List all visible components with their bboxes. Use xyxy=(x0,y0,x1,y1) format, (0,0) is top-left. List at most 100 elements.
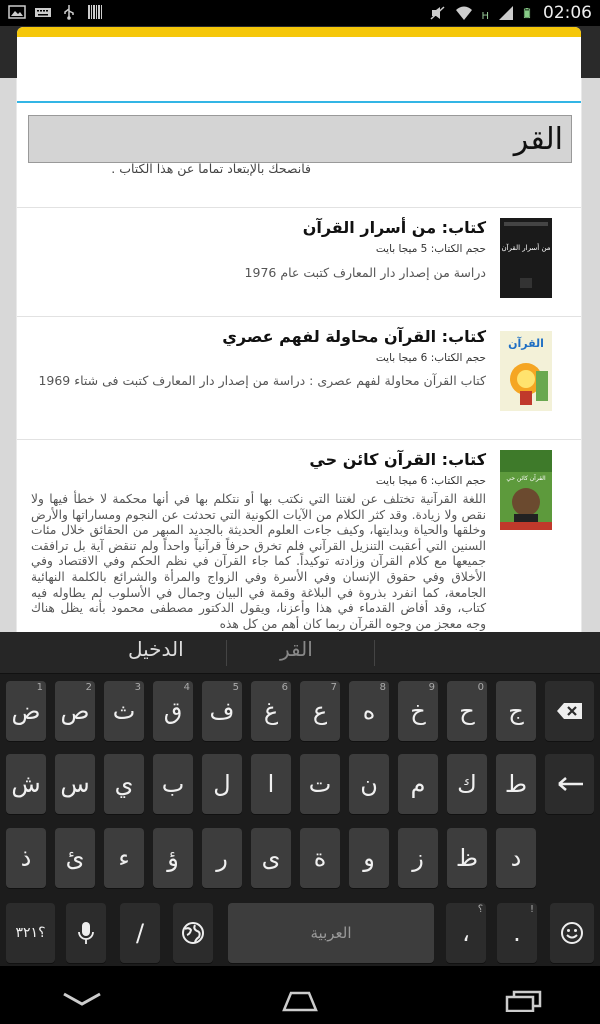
key-zza[interactable]: ظ xyxy=(447,828,487,888)
key-label: س xyxy=(60,770,90,798)
status-bar: H 02:06 xyxy=(0,0,600,26)
key-ya[interactable]: ي xyxy=(104,754,144,814)
key-hint: 0 xyxy=(477,682,484,693)
key-ain[interactable]: 7ع xyxy=(300,681,340,741)
dialog-accent-bar xyxy=(17,27,581,37)
key-jim[interactable]: ج xyxy=(496,681,536,741)
enter-key[interactable] xyxy=(545,754,594,814)
key-hamza[interactable]: ء xyxy=(104,828,144,888)
backspace-icon xyxy=(556,703,582,719)
key-hint: 7 xyxy=(330,682,337,693)
picture-icon xyxy=(8,5,26,19)
key-hint: 6 xyxy=(281,682,288,693)
key-label: ض xyxy=(11,697,41,725)
key-ta-marbuta[interactable]: ة xyxy=(300,828,340,888)
search-input[interactable] xyxy=(29,116,571,162)
key-ta[interactable]: ت xyxy=(300,754,340,814)
search-field[interactable] xyxy=(28,115,572,163)
mic-key[interactable] xyxy=(66,903,106,963)
key-label: ج xyxy=(508,697,524,725)
emoji-key[interactable] xyxy=(550,903,594,963)
key-label: ث xyxy=(112,697,136,725)
key-ghain[interactable]: 6غ xyxy=(251,681,291,741)
backspace-key[interactable] xyxy=(545,681,594,741)
partial-desc: فأنصحك بالإبتعاد تماماً عن هذا الكتاب . xyxy=(111,161,311,176)
key-dhal[interactable]: ذ xyxy=(6,828,46,888)
globe-icon xyxy=(182,922,204,944)
book-desc: دراسة من إصدار دار المعارف كتبت عام 1976 xyxy=(244,265,486,280)
key-label: ئ xyxy=(65,844,85,872)
key-kha[interactable]: 9خ xyxy=(398,681,438,741)
key-lam[interactable]: ل xyxy=(202,754,242,814)
list-item[interactable]: القرآن كائن حي كتاب: القرآن كائن حي حجم … xyxy=(17,439,581,632)
key-label: ا xyxy=(267,770,275,798)
results-list[interactable]: فأنصحك بالإبتعاد تماماً عن هذا الكتاب . … xyxy=(17,103,581,632)
book-cover-thumbnail: القرآن xyxy=(500,331,552,411)
language-key[interactable] xyxy=(173,903,213,963)
dialog-header xyxy=(17,37,581,101)
key-nun[interactable]: ن xyxy=(349,754,389,814)
key-kaf[interactable]: ك xyxy=(447,754,487,814)
key-mim[interactable]: م xyxy=(398,754,438,814)
key-hint: 8 xyxy=(379,682,386,693)
key-hint: 5 xyxy=(232,682,239,693)
key-ba[interactable]: ب xyxy=(153,754,193,814)
key-tta[interactable]: ط xyxy=(496,754,536,814)
slash-key[interactable]: / xyxy=(120,903,160,963)
key-zay[interactable]: ز xyxy=(398,828,438,888)
list-item[interactable]: من أسرار القرآن كتاب: من أسرار القرآن حج… xyxy=(17,207,581,316)
key-label: ح xyxy=(459,697,475,725)
book-desc: اللغة القرآنية تختلف عن لغتنا التي نكتب … xyxy=(31,492,486,631)
barcode-icon xyxy=(88,5,102,19)
key-label: ب xyxy=(161,770,185,798)
key-label: ة xyxy=(313,844,327,872)
microphone-icon xyxy=(78,922,94,944)
list-item[interactable]: القرآن كتاب: القرآن محاولة لفهم عصري حجم… xyxy=(17,316,581,439)
key-fa[interactable]: 5ف xyxy=(202,681,242,741)
navigation-bar xyxy=(0,966,600,1024)
key-hint: 4 xyxy=(183,682,190,693)
comma-key[interactable]: ؟ ، xyxy=(446,903,486,963)
key-sin[interactable]: س xyxy=(55,754,95,814)
key-label: ط xyxy=(504,770,528,798)
key-qaf[interactable]: 4ق xyxy=(153,681,193,741)
symbols-key[interactable]: ؟٣٢١ xyxy=(6,903,55,963)
key-label: ء xyxy=(118,844,130,872)
key-tha[interactable]: 3ث xyxy=(104,681,144,741)
thumb-title: القرآن كائن حي xyxy=(506,473,546,482)
key-hint: 1 xyxy=(36,682,43,693)
suggestion-divider xyxy=(374,640,375,666)
book-desc: كتاب القرآن محاولة لفهم عصرى : دراسة من … xyxy=(38,373,486,388)
key-ya-hamza[interactable]: ئ xyxy=(55,828,95,888)
signal-icon xyxy=(499,6,513,20)
key-label: خ xyxy=(410,697,426,725)
key-dal[interactable]: د xyxy=(496,828,536,888)
key-hint: 2 xyxy=(85,682,92,693)
key-alif[interactable]: ا xyxy=(251,754,291,814)
key-sad[interactable]: 2ص xyxy=(55,681,95,741)
clock: 02:06 xyxy=(543,3,592,23)
key-label: ع xyxy=(312,697,328,725)
app-left-edge xyxy=(0,78,16,638)
key-ha[interactable]: 8ه xyxy=(349,681,389,741)
key-hha[interactable]: 0ح xyxy=(447,681,487,741)
suggestion-word[interactable]: الدخيل xyxy=(128,637,184,661)
key-label: ذ xyxy=(20,844,32,872)
recent-apps-icon[interactable] xyxy=(504,990,542,1012)
thumb-title: من أسرار القرآن xyxy=(501,243,550,252)
key-label: ش xyxy=(11,770,41,798)
period-key[interactable]: !. xyxy=(497,903,537,963)
key-label: . xyxy=(513,919,521,947)
spacebar[interactable]: العربية xyxy=(228,903,434,963)
key-dad[interactable]: 1ض xyxy=(6,681,46,741)
mute-icon xyxy=(430,6,445,20)
home-icon[interactable] xyxy=(281,990,319,1012)
key-alif-maqsura[interactable]: ى xyxy=(251,828,291,888)
key-waw[interactable]: و xyxy=(349,828,389,888)
suggestion-typed[interactable]: القر xyxy=(280,637,313,661)
key-ra[interactable]: ر xyxy=(202,828,242,888)
book-cover-thumbnail: من أسرار القرآن xyxy=(500,218,552,298)
hide-keyboard-icon[interactable] xyxy=(60,992,104,1008)
key-waw-hamza[interactable]: ؤ xyxy=(153,828,193,888)
key-shin[interactable]: ش xyxy=(6,754,46,814)
